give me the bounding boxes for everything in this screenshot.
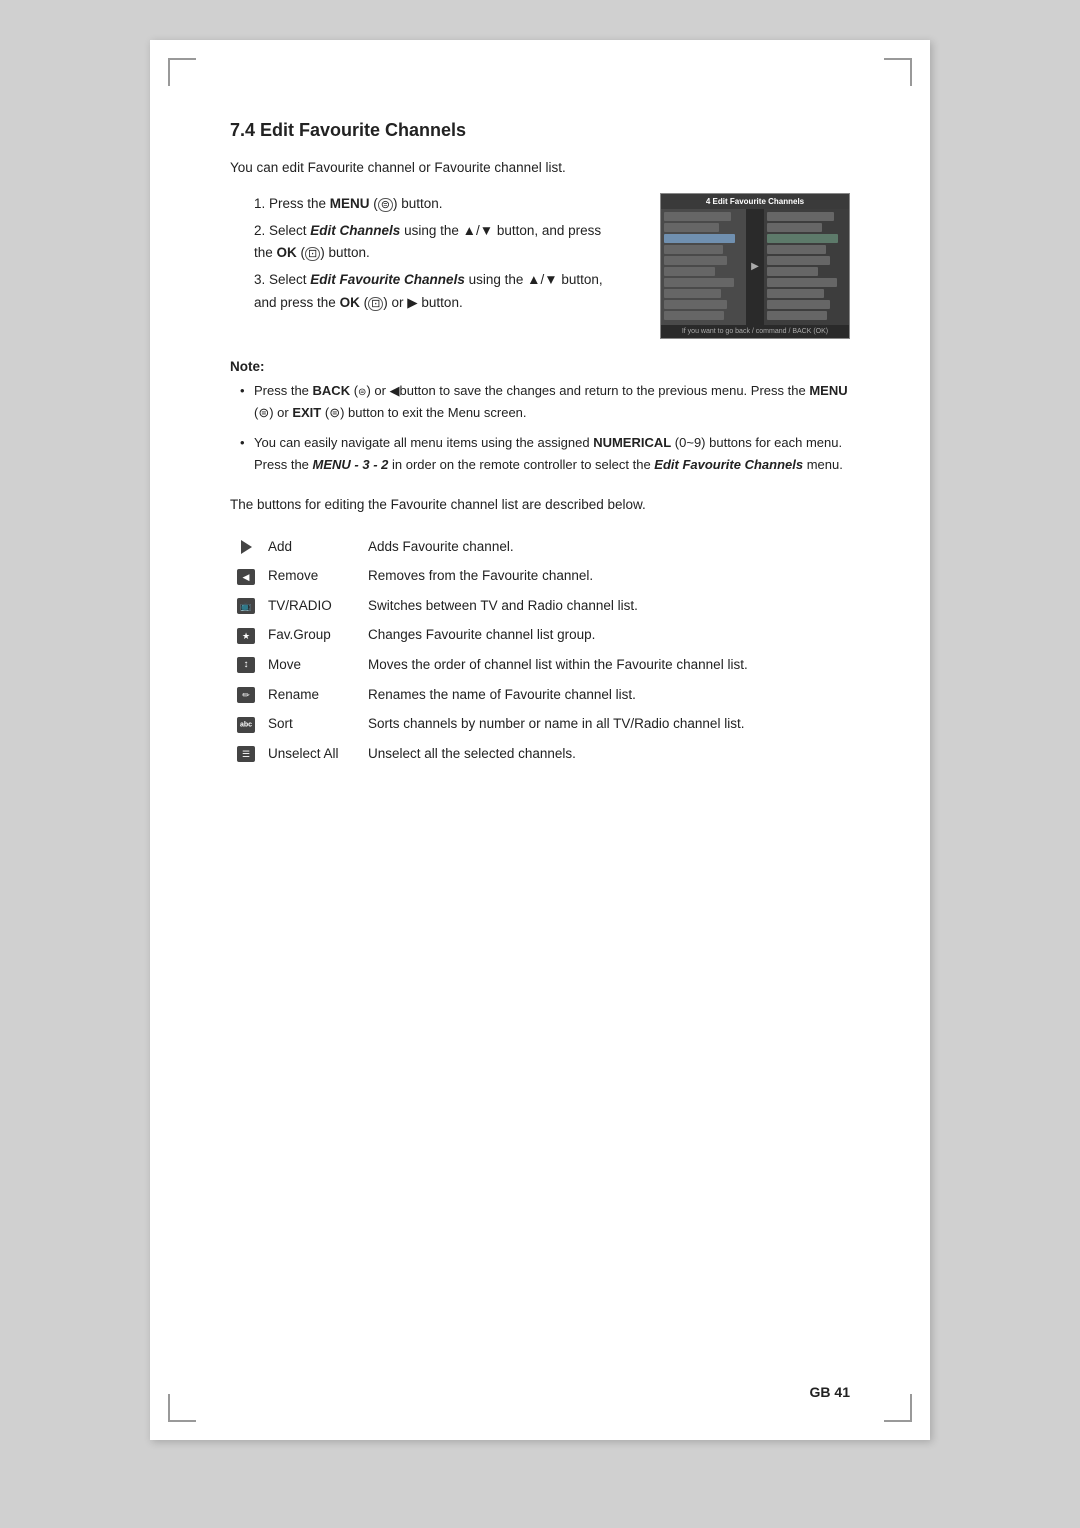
add-icon bbox=[241, 540, 252, 554]
step-1: Press the MENU (⊜) button. bbox=[250, 193, 640, 216]
screenshot-title-bar: 4 Edit Favourite Channels bbox=[661, 194, 849, 209]
note-item-2: You can easily navigate all menu items u… bbox=[240, 432, 850, 476]
corner-mark-bl bbox=[168, 1394, 196, 1422]
note-title: Note: bbox=[230, 359, 850, 374]
button-row-favgroup: Fav.Group Changes Favourite channel list… bbox=[230, 620, 850, 650]
scr-col-left bbox=[661, 209, 746, 325]
button-desc-favgroup: Changes Favourite channel list group. bbox=[362, 620, 850, 650]
button-desc-unselect: Unselect all the selected channels. bbox=[362, 739, 850, 769]
note-bullets: Press the BACK (⊜) or ◀button to save th… bbox=[230, 380, 850, 476]
scr-col-right bbox=[764, 209, 849, 325]
page: 7.4 Edit Favourite Channels You can edit… bbox=[150, 40, 930, 1440]
screenshot-cols: ▶ bbox=[661, 209, 849, 325]
scr-arrow-icon: ▶ bbox=[751, 260, 759, 274]
button-desc-add: Adds Favourite channel. bbox=[362, 532, 850, 562]
button-label-unselect: Unselect All bbox=[262, 739, 362, 769]
screenshot-image: 4 Edit Favourite Channels ▶ bbox=[660, 193, 850, 339]
steps-list: Press the MENU (⊜) button. Select Edit C… bbox=[230, 193, 640, 316]
corner-mark-tl bbox=[168, 58, 196, 86]
button-row-add: Add Adds Favourite channel. bbox=[230, 532, 850, 562]
corner-mark-br bbox=[884, 1394, 912, 1422]
step-3: Select Edit Favourite Channels using the… bbox=[250, 269, 640, 315]
button-label-remove: Remove bbox=[262, 561, 362, 591]
rename-icon bbox=[237, 687, 255, 703]
button-label-tvradio: TV/RADIO bbox=[262, 591, 362, 621]
note-section: Note: Press the BACK (⊜) or ◀button to s… bbox=[230, 359, 850, 476]
button-row-move: Move Moves the order of channel list wit… bbox=[230, 650, 850, 680]
button-desc-remove: Removes from the Favourite channel. bbox=[362, 561, 850, 591]
button-label-move: Move bbox=[262, 650, 362, 680]
tvradio-icon bbox=[237, 598, 255, 614]
corner-mark-tr bbox=[884, 58, 912, 86]
button-icon-tvradio bbox=[230, 591, 262, 621]
button-row-rename: Rename Renames the name of Favourite cha… bbox=[230, 680, 850, 710]
screenshot-footer: If you want to go back / command / BACK … bbox=[661, 325, 849, 338]
button-row-sort: Sort Sorts channels by number or name in… bbox=[230, 709, 850, 739]
button-desc-sort: Sorts channels by number or name in all … bbox=[362, 709, 850, 739]
move-icon bbox=[237, 657, 255, 673]
button-icon-unselect bbox=[230, 739, 262, 769]
button-icon-remove bbox=[230, 561, 262, 591]
button-row-tvradio: TV/RADIO Switches between TV and Radio c… bbox=[230, 591, 850, 621]
sort-icon bbox=[237, 717, 255, 733]
step-2: Select Edit Channels using the ▲/▼ butto… bbox=[250, 220, 640, 266]
desc-text: The buttons for editing the Favourite ch… bbox=[230, 494, 850, 516]
button-table: Add Adds Favourite channel. Remove Remov… bbox=[230, 532, 850, 769]
button-icon-sort bbox=[230, 709, 262, 739]
note-item-1: Press the BACK (⊜) or ◀button to save th… bbox=[240, 380, 850, 424]
button-label-sort: Sort bbox=[262, 709, 362, 739]
button-label-rename: Rename bbox=[262, 680, 362, 710]
button-icon-favgroup bbox=[230, 620, 262, 650]
scr-divider: ▶ bbox=[746, 209, 764, 325]
intro-text: You can edit Favourite channel or Favour… bbox=[230, 157, 850, 179]
button-desc-tvradio: Switches between TV and Radio channel li… bbox=[362, 591, 850, 621]
unselect-icon bbox=[237, 746, 255, 762]
remove-icon bbox=[237, 569, 255, 585]
button-row-remove: Remove Removes from the Favourite channe… bbox=[230, 561, 850, 591]
button-desc-move: Moves the order of channel list within t… bbox=[362, 650, 850, 680]
section-title: 7.4 Edit Favourite Channels bbox=[230, 120, 850, 141]
button-label-add: Add bbox=[262, 532, 362, 562]
page-number: GB 41 bbox=[810, 1384, 850, 1400]
button-desc-rename: Renames the name of Favourite channel li… bbox=[362, 680, 850, 710]
button-icon-add bbox=[230, 532, 262, 562]
button-row-unselect: Unselect All Unselect all the selected c… bbox=[230, 739, 850, 769]
button-icon-move bbox=[230, 650, 262, 680]
content-with-image: Press the MENU (⊜) button. Select Edit C… bbox=[230, 193, 850, 339]
favgroup-icon bbox=[237, 628, 255, 644]
button-icon-rename bbox=[230, 680, 262, 710]
button-label-favgroup: Fav.Group bbox=[262, 620, 362, 650]
steps-column: Press the MENU (⊜) button. Select Edit C… bbox=[230, 193, 640, 334]
